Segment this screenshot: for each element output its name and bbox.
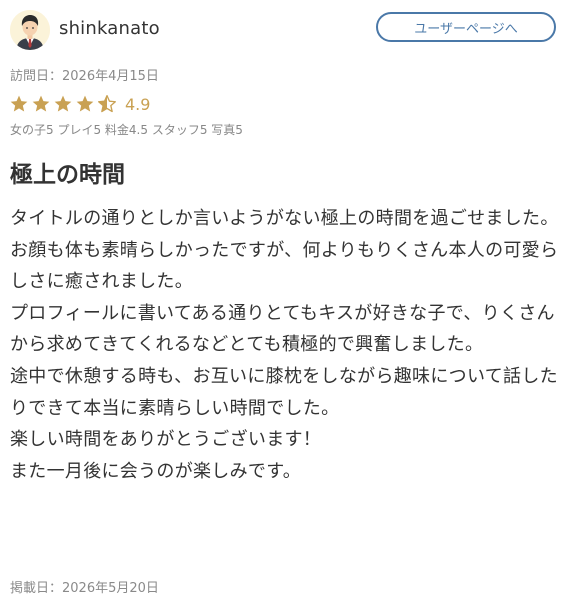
subscore-price: 料金4.5 [104, 123, 152, 137]
subscore-staff: スタッフ5 [151, 123, 212, 137]
posted-date: 掲載日：2026年5月20日 [10, 581, 159, 596]
star-full-icon [76, 95, 94, 112]
subscore-girl: 女の子5 [10, 123, 58, 137]
review-header: shinkanato ユーザーページへ [8, 8, 568, 52]
subscore-photo: 写真5 [211, 123, 243, 137]
visit-date: 訪問日：2026年4月15日 [10, 69, 159, 84]
avatar[interactable] [10, 10, 50, 50]
star-full-icon [32, 95, 50, 112]
review-body: タイトルの通りとしか言いようがない極上の時間を過ごせました。お顔も体も素晴らしか… [10, 208, 559, 482]
rating-value: 4.9 [125, 94, 151, 114]
star-full-icon [54, 95, 72, 112]
subscore-play: プレイ5 [57, 123, 105, 137]
person-avatar-icon [10, 10, 50, 50]
star-rating: 4.9 [9, 93, 150, 115]
username[interactable]: shinkanato [59, 18, 160, 39]
star-half-icon [98, 95, 117, 113]
review-title: 極上の時間 [10, 162, 125, 188]
user-page-button[interactable]: ユーザーページへ [376, 12, 556, 42]
subscores: 女の子5 プレイ5 料金4.5 スタッフ5 写真5 [10, 121, 243, 138]
review-card: shinkanato ユーザーページへ 訪問日：2026年4月15日 4.9 女… [0, 0, 576, 596]
star-full-icon [10, 95, 28, 112]
